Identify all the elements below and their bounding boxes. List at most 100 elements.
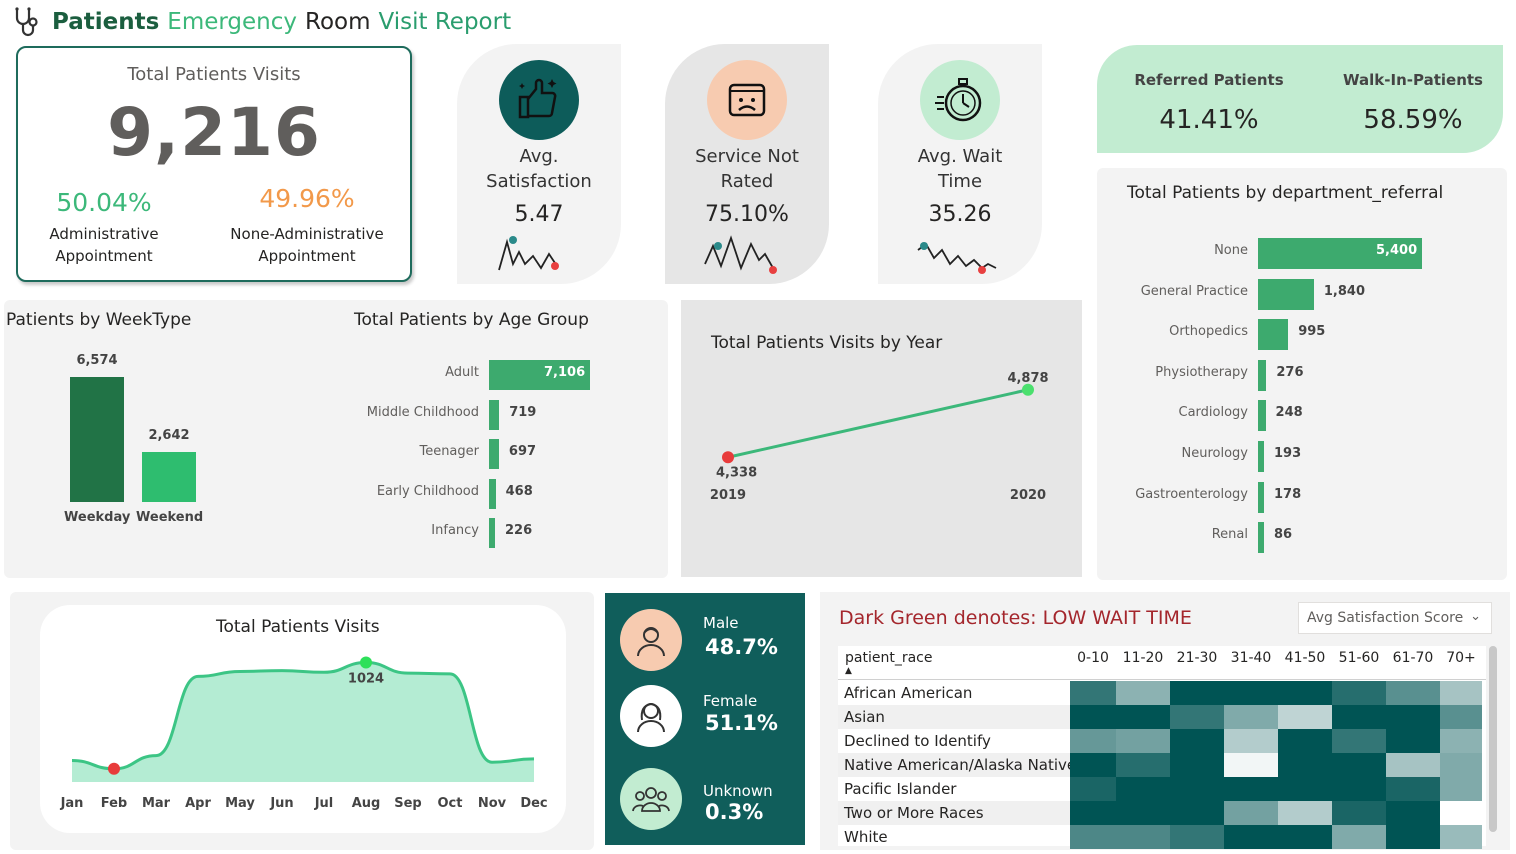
bar-value-label: 248 xyxy=(1275,405,1303,421)
heatmap-row-header[interactable]: patient_race xyxy=(845,650,932,666)
bar-value-label: 178 xyxy=(1274,486,1302,502)
kpi-avg-wait-time-label: Avg. Wait Time xyxy=(878,144,1042,194)
bar-category-label: Orthopedics xyxy=(1169,324,1248,340)
stethoscope-icon xyxy=(15,7,38,37)
bar-category-label: Middle Childhood xyxy=(366,404,479,420)
heatmap-row-label: Asian xyxy=(844,708,885,726)
heatmap-title: Dark Green denotes: LOW WAIT TIME xyxy=(839,607,1192,629)
heatmap-cell xyxy=(1116,801,1170,825)
referral-split-card[interactable]: Referred Patients 41.41% Walk-In-Patient… xyxy=(1097,45,1503,153)
female-value: 51.1% xyxy=(705,711,778,735)
heatmap-cell xyxy=(1278,681,1332,705)
heatmap-cell xyxy=(1170,753,1224,777)
male-value: 48.7% xyxy=(705,635,778,659)
kpi-label-line1: Service Not xyxy=(695,146,799,167)
visits-by-year-title: Total Patients Visits by Year xyxy=(711,333,943,353)
weektype-bar xyxy=(70,377,124,502)
total-visits-title: Total Patients Visits xyxy=(127,64,301,85)
heatmap-cell xyxy=(1440,777,1482,801)
sort-arrow-icon[interactable]: ▲ xyxy=(845,666,852,676)
total-visits-card[interactable]: Total Patients Visits 9,216 50.04% Admin… xyxy=(16,46,412,282)
bar-category-label: Cardiology xyxy=(1178,405,1249,421)
bar-value-label: 995 xyxy=(1298,324,1326,340)
weektype-chart[interactable]: 6,574 Weekday 2,642 Weekend xyxy=(50,345,230,535)
bar-category-row: Cardiology xyxy=(1100,398,1249,428)
heatmap-cell xyxy=(1170,825,1224,849)
heatmap-cell xyxy=(1070,825,1116,849)
heatmap-column-header: 61-70 xyxy=(1392,650,1434,666)
heatmap-cell xyxy=(1170,705,1224,729)
heatmap-cell xyxy=(1224,729,1278,753)
heatmap-cell xyxy=(1116,681,1170,705)
kpi-avg-satisfaction-value: 5.47 xyxy=(514,202,564,227)
bar-value-label: 468 xyxy=(505,483,533,499)
bar-value-label: 719 xyxy=(509,404,537,420)
bar-value-label: 193 xyxy=(1274,446,1302,461)
service-not-rated-sparkline xyxy=(704,235,777,274)
sad-face-icon xyxy=(707,60,787,140)
metric-select-value: Avg Satisfaction Score xyxy=(1307,610,1464,626)
bar-category-label: Infancy xyxy=(431,523,479,538)
walkin-patients-value: 58.59% xyxy=(1363,105,1463,135)
bar-category-label: Renal xyxy=(1211,527,1248,543)
gender-card[interactable]: Male 48.7% Female 51.1% Unknown 0.3% xyxy=(605,593,805,845)
heatmap-cell xyxy=(1440,753,1482,777)
monthly-visits-chart[interactable]: Jan Feb Mar Apr May Jun Jul Aug Sep Oct Nov Dec 1024 xyxy=(40,640,566,820)
heatmap-cell xyxy=(1440,705,1482,729)
kpi-avg-wait-time-value: 35.26 xyxy=(928,202,992,227)
metric-select[interactable]: Avg Satisfaction Score ⌄ xyxy=(1298,602,1492,634)
bar-rect xyxy=(1258,522,1264,554)
heatmap-cell xyxy=(1070,777,1116,801)
heatmap-cell xyxy=(1070,705,1116,729)
kpi-label-line1: Avg. Wait xyxy=(917,146,1003,167)
month-axis-label: Feb xyxy=(101,796,127,811)
bar-category-row: Teenager xyxy=(300,437,479,467)
bar-rect xyxy=(1258,481,1264,513)
title-word-room: Room xyxy=(305,9,371,35)
monthly-area-fill xyxy=(72,662,534,782)
thumbs-up-icon xyxy=(499,60,579,140)
admin-label-line2: Appointment xyxy=(55,247,153,265)
heatmap-cell xyxy=(1278,729,1332,753)
stopwatch-icon xyxy=(920,60,1000,140)
year-point[interactable] xyxy=(722,451,734,464)
heatmap-cell xyxy=(1332,777,1386,801)
heatmap-cell xyxy=(1116,729,1170,753)
heatmap-cell xyxy=(1224,825,1278,849)
year-axis-label: 2019 xyxy=(710,488,746,503)
visits-by-year-chart[interactable]: 4,338 2019 4,878 2020 xyxy=(681,360,1082,520)
heatmap-cell xyxy=(1278,777,1332,801)
heatmap-cell xyxy=(1170,777,1224,801)
heatmap-cell xyxy=(1440,801,1482,825)
heatmap-column-header: 41-50 xyxy=(1284,650,1326,666)
department-referral-chart[interactable]: None 5,400 General Practice 1,840 Orthopedic… xyxy=(1100,236,1500,556)
heatmap-scrollbar[interactable] xyxy=(1489,646,1497,832)
bar-category-row: Middle Childhood xyxy=(300,398,479,428)
kpi-label-line2: Rated xyxy=(720,171,774,192)
bar-rect xyxy=(1258,400,1266,432)
bar-rect xyxy=(489,518,495,548)
heatmap-cell xyxy=(1278,825,1332,849)
kpi-avg-wait-time[interactable]: Avg. Wait Time 35.26 xyxy=(878,44,1042,284)
heatmap-cell xyxy=(1116,825,1170,849)
heatmap-row-label: White xyxy=(844,828,888,846)
age-group-chart[interactable]: Adult 7,106 Middle Childhood 719 Teenager 697… xyxy=(300,358,660,558)
referred-patients-label: Referred Patients xyxy=(1134,71,1284,89)
heatmap-row-label: Pacific Islander xyxy=(844,780,957,798)
max-point[interactable] xyxy=(360,656,372,669)
heatmap-cell xyxy=(1332,801,1386,825)
bar-value-label: 226 xyxy=(505,523,533,538)
admin-appointment-pct: 50.04% xyxy=(56,188,152,217)
satisfaction-sparkline xyxy=(498,236,559,271)
month-axis-label: Jan xyxy=(60,796,84,811)
min-point[interactable] xyxy=(108,762,120,775)
bar-value-label: 5,400 xyxy=(1376,243,1418,258)
kpi-avg-satisfaction[interactable]: Avg. Satisfaction 5.47 xyxy=(457,44,621,284)
kpi-service-not-rated[interactable]: Service Not Rated 75.10% xyxy=(665,44,829,284)
bar-category-label: Adult xyxy=(445,365,479,380)
year-axis-label: 2020 xyxy=(1010,488,1046,503)
month-axis-label: Apr xyxy=(185,796,211,811)
title-word-visit-report: Visit Report xyxy=(378,9,512,35)
title-word-emergency: Emergency xyxy=(167,9,298,35)
bar-category-label: None xyxy=(1214,243,1248,258)
